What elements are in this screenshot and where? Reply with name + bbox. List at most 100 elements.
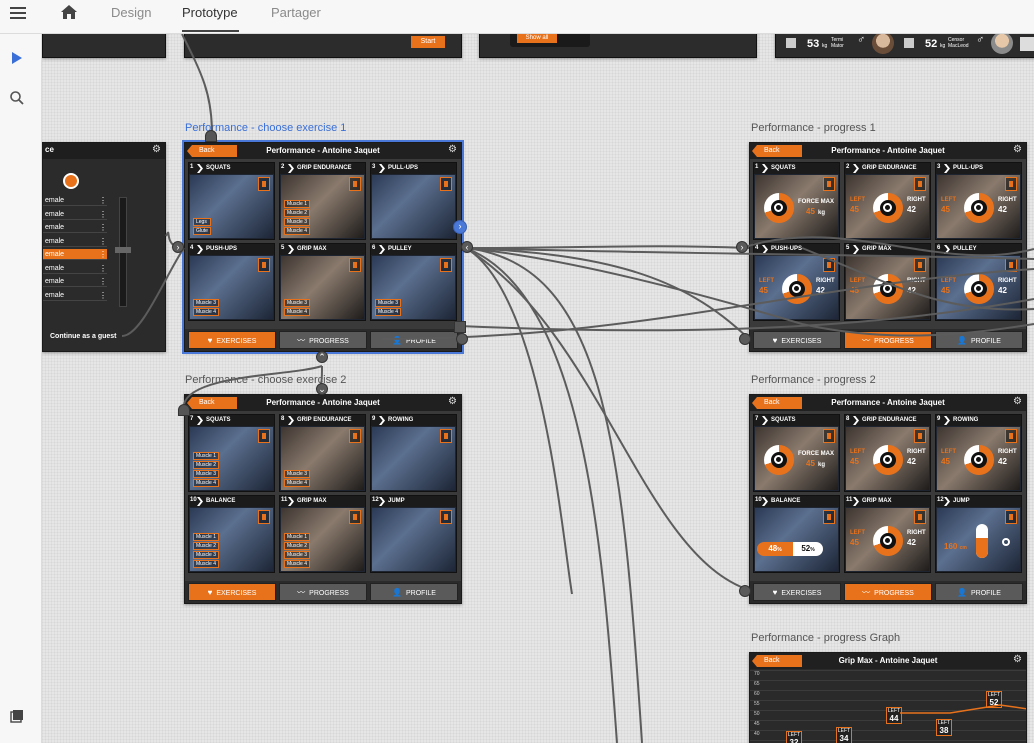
exercise-tile[interactable]: 6 PULLEY LEFT 45 RIGHT 42 xyxy=(935,243,1022,321)
gear-icon[interactable]: ⚙ xyxy=(152,144,161,155)
tab-prototype[interactable]: Prototype xyxy=(182,5,238,20)
artboard-top-show-all[interactable]: Show all xyxy=(479,34,757,58)
artboard-choose-exercise-2[interactable]: Back Performance - Antoine Jaquet ⚙ 7 SQUATS… xyxy=(184,394,462,604)
prototype-canvas[interactable]: Start Show all 53 kg Termi Mator ♂ 52 kg… xyxy=(42,34,1034,743)
gear-icon[interactable]: ⚙ xyxy=(448,144,457,155)
link-handle-down[interactable]: ⌃ xyxy=(316,351,328,363)
more-vertical-icon[interactable]: ⋮ xyxy=(99,276,107,287)
exercise-tile[interactable]: 8 GRIP ENDURANCE Muscle 3 Muscle 4 xyxy=(279,414,366,492)
show-all-button[interactable]: Show all xyxy=(517,34,557,43)
tab-partager[interactable]: Partager xyxy=(271,5,321,20)
nav-progress-button[interactable]: 〰 PROGRESS xyxy=(279,583,367,601)
slider-thumb[interactable] xyxy=(115,247,131,253)
link-handle-progress[interactable]: › xyxy=(736,241,748,253)
tile-name: GRIP MAX xyxy=(297,246,327,252)
exercise-tile[interactable]: 10 BALANCE Muscle 1 Muscle 2 Muscle 3 Muscle … xyxy=(188,495,275,573)
artboard-top-users[interactable]: 53 kg Termi Mator ♂ 52 kg Censor MacLeod… xyxy=(775,34,1034,58)
more-vertical-icon[interactable]: ⋮ xyxy=(99,222,107,233)
link-anchor-dot[interactable] xyxy=(456,333,468,345)
login-list-item[interactable]: emale xyxy=(43,290,107,301)
continue-guest-link[interactable]: Continue as a guest xyxy=(50,333,117,340)
login-list-item[interactable]: emale xyxy=(43,222,107,233)
hamburger-menu-icon[interactable] xyxy=(10,7,26,19)
exercise-tile[interactable]: 5 GRIP MAX Muscle 3 Muscle 4 xyxy=(279,243,366,321)
exercise-tile[interactable]: 12 JUMP 160 cm xyxy=(935,495,1022,573)
exercise-tile[interactable]: 1 SQUATS Legs Glute xyxy=(188,162,275,240)
link-anchor-square[interactable] xyxy=(454,321,466,333)
login-list-item[interactable]: emale xyxy=(43,276,107,287)
more-vertical-icon[interactable]: ⋮ xyxy=(99,290,107,301)
exercise-tile[interactable]: 2 GRIP ENDURANCE LEFT 45 RIGHT 42 xyxy=(844,162,931,240)
exercise-tile[interactable]: 1 SQUATS FORCE MAX 45 kg xyxy=(753,162,840,240)
link-anchor-dot[interactable] xyxy=(739,333,751,345)
exercise-tile[interactable]: 4 PUSH-UPS Muscle 3 Muscle 4 xyxy=(188,243,275,321)
login-list-item[interactable]: emale xyxy=(43,195,107,206)
search-orange-icon[interactable] xyxy=(63,173,79,189)
nav-exercises-button[interactable]: ♥ EXERCISES xyxy=(188,331,276,349)
link-anchor-square[interactable] xyxy=(178,404,190,416)
nav-progress-button[interactable]: 〰 PROGRESS xyxy=(279,331,367,349)
login-list-item[interactable]: emale xyxy=(43,209,107,220)
nav-exercises-button[interactable]: ♥ EXERCISES xyxy=(188,583,276,601)
nav-exercises-button[interactable]: ♥ EXERCISES xyxy=(753,331,841,349)
tile-number: 8 xyxy=(281,416,285,422)
artboard-top-start[interactable]: Start xyxy=(184,34,462,58)
link-handle-left[interactable]: › xyxy=(172,241,184,253)
select-arrow-icon[interactable] xyxy=(11,51,23,70)
nav-exercises-button[interactable]: ♥ EXERCISES xyxy=(753,583,841,601)
gear-icon[interactable]: ⚙ xyxy=(1013,654,1022,665)
exercise-tile[interactable]: 4 PUSH-UPS LEFT 45 RIGHT 42 xyxy=(753,243,840,321)
artboard-choose-exercise-1[interactable]: Back Performance - Antoine Jaquet ⚙ 1 SQUATS… xyxy=(182,140,464,354)
exercise-tile[interactable]: 8 GRIP ENDURANCE LEFT 45 RIGHT 42 xyxy=(844,414,931,492)
link-handle-down-2[interactable]: ⌄ xyxy=(316,383,328,395)
exercise-tile[interactable]: 3 PULL-UPS LEFT 45 RIGHT 42 xyxy=(935,162,1022,240)
login-list-item[interactable]: emale xyxy=(43,263,107,274)
nav-progress-button[interactable]: 〰 PROGRESS xyxy=(844,331,932,349)
search-icon[interactable] xyxy=(9,90,25,111)
nav-profile-button[interactable]: 👤 PROFILE xyxy=(935,583,1023,601)
link-anchor-square[interactable] xyxy=(205,130,217,142)
link-handle-right[interactable]: ‹ xyxy=(461,241,473,253)
exercise-tile[interactable]: 11 GRIP MAX Muscle 1 Muscle 2 Muscle 3 Muscle… xyxy=(279,495,366,573)
nav-profile-button[interactable]: 👤 PROFILE xyxy=(370,583,458,601)
tab-design[interactable]: Design xyxy=(111,5,151,20)
login-list-item[interactable]: emale xyxy=(43,249,107,260)
artboard-progress-graph[interactable]: Back Grip Max - Antoine Jaquet ⚙ 70 65 60 5… xyxy=(749,652,1027,743)
artboard-label-graph[interactable]: Performance - progress Graph xyxy=(751,632,900,644)
exercise-tile[interactable]: 3 PULL-UPS xyxy=(370,162,457,240)
more-vertical-icon[interactable]: ⋮ xyxy=(99,236,107,247)
exercise-tile[interactable]: 6 PULLEY Muscle 3 Muscle 4 xyxy=(370,243,457,321)
artboard-label-progress1[interactable]: Performance - progress 1 xyxy=(751,122,876,134)
artboard-progress-2[interactable]: Back Performance - Antoine Jaquet ⚙ 7 SQUATS… xyxy=(749,394,1027,604)
home-icon[interactable] xyxy=(60,4,78,20)
layers-panel-icon[interactable] xyxy=(10,709,24,728)
nav-profile-button[interactable]: 👤 PROFILE xyxy=(935,331,1023,349)
exercise-tile[interactable]: 2 GRIP ENDURANCE Muscle 1 Muscle 2 Muscle 3M… xyxy=(279,162,366,240)
nav-profile-button[interactable]: 👤 PROFILE xyxy=(370,331,458,349)
login-title: ce xyxy=(45,145,54,154)
exercise-tile[interactable]: 10 BALANCE 48% 52% xyxy=(753,495,840,573)
exercise-tile[interactable]: 11 GRIP MAX LEFT 45 RIGHT 42 xyxy=(844,495,931,573)
more-vertical-icon[interactable]: ⋮ xyxy=(99,249,107,260)
more-vertical-icon[interactable]: ⋮ xyxy=(99,263,107,274)
start-button[interactable]: Start xyxy=(411,36,445,48)
artboard-label-progress2[interactable]: Performance - progress 2 xyxy=(751,374,876,386)
more-vertical-icon[interactable]: ⋮ xyxy=(99,195,107,206)
gear-icon[interactable]: ⚙ xyxy=(1013,396,1022,407)
link-handle-next[interactable]: › xyxy=(453,220,467,234)
link-anchor-dot[interactable] xyxy=(739,585,751,597)
gear-icon[interactable]: ⚙ xyxy=(448,396,457,407)
nav-progress-button[interactable]: 〰 PROGRESS xyxy=(844,583,932,601)
login-list-item[interactable]: emale xyxy=(43,236,107,247)
exercise-tile[interactable]: 7 SQUATS Muscle 1 Muscle 2 Muscle 3 Muscle 4 xyxy=(188,414,275,492)
more-vertical-icon[interactable]: ⋮ xyxy=(99,209,107,220)
exercise-tile[interactable]: 12 JUMP xyxy=(370,495,457,573)
exercise-tile[interactable]: 9 ROWING xyxy=(370,414,457,492)
exercise-tile[interactable]: 7 SQUATS FORCE MAX 45 kg xyxy=(753,414,840,492)
gear-icon[interactable]: ⚙ xyxy=(1013,144,1022,155)
exercise-tile[interactable]: 9 ROWING LEFT 45 RIGHT 42 xyxy=(935,414,1022,492)
exercise-tile[interactable]: 5 GRIP MAX LEFT 45 RIGHT 42 xyxy=(844,243,931,321)
artboard-progress-1[interactable]: Back Performance - Antoine Jaquet ⚙ 1 SQUATS… xyxy=(749,142,1027,352)
artboard-top-left-fragment[interactable] xyxy=(42,34,166,58)
artboard-login[interactable]: ce ⚙ emale ⋮ emale ⋮ emale ⋮ emale ⋮ emale ⋮ emale… xyxy=(42,142,166,352)
